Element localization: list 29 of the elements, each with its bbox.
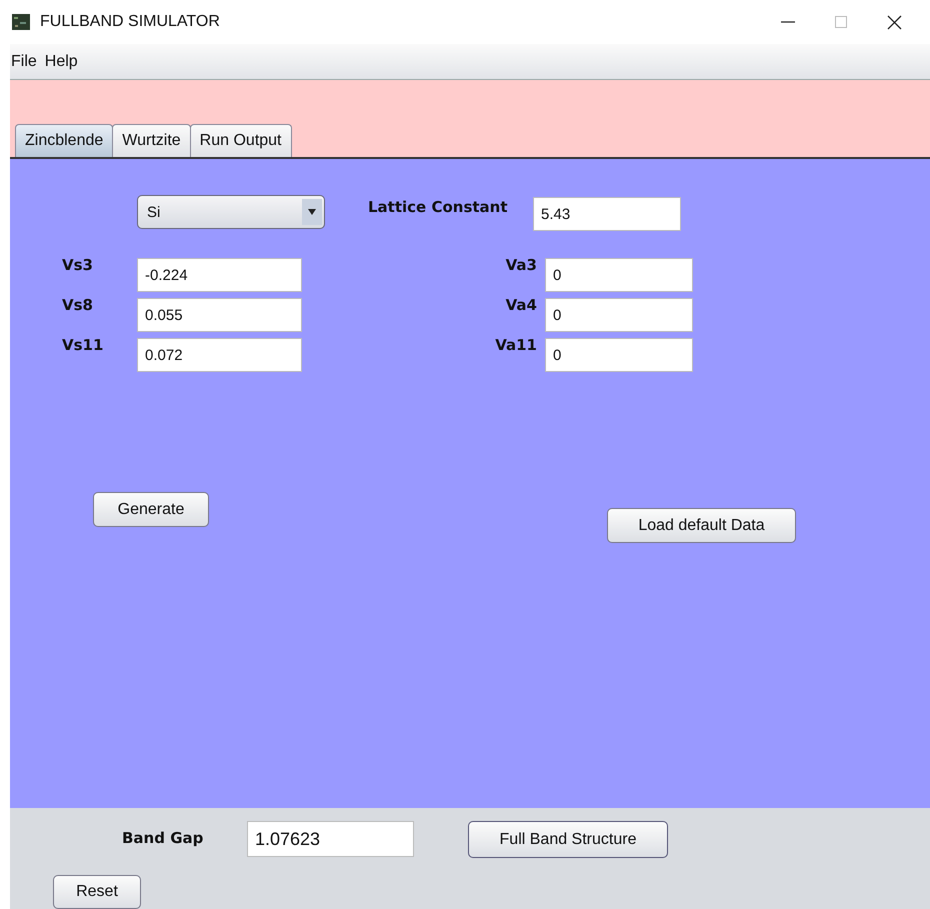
field-label: Va3 — [504, 256, 537, 274]
input-field[interactable]: 0.072 — [137, 338, 302, 372]
input-field[interactable]: 0 — [545, 258, 693, 292]
field-label: Vs3 — [62, 256, 94, 274]
field-label: Vs11 — [62, 336, 104, 354]
input-field[interactable]: 0 — [545, 298, 693, 332]
close-icon[interactable] — [887, 14, 902, 30]
field-label: Vs8 — [62, 296, 94, 314]
reset-button[interactable]: Reset — [53, 875, 141, 909]
input-field[interactable]: 0 — [545, 338, 693, 372]
material-dropdown[interactable]: Si — [137, 195, 325, 229]
field-label: Lattice Constant — [368, 198, 509, 216]
app-icon — [12, 14, 30, 30]
input-field[interactable]: 0.055 — [137, 298, 302, 332]
full-band-structure-button[interactable]: Full Band Structure — [468, 821, 668, 858]
field-label: Va11 — [494, 336, 537, 354]
generate-button[interactable]: Generate — [93, 492, 209, 527]
menu-item[interactable]: File — [11, 52, 37, 70]
tab[interactable]: Run Output — [190, 124, 292, 157]
input-field[interactable]: -0.224 — [137, 258, 302, 292]
field-label: Va4 — [504, 296, 537, 314]
menu-item[interactable]: Help — [44, 52, 78, 70]
load-default-button[interactable]: Load default Data — [607, 508, 796, 543]
tab[interactable]: Zincblende — [15, 124, 114, 157]
input-field[interactable]: 5.43 — [533, 197, 681, 231]
window-title: FULLBAND SIMULATOR — [40, 13, 220, 31]
output-field[interactable]: 1.07623 — [247, 821, 414, 857]
field-label: Band Gap — [122, 829, 204, 847]
tab[interactable]: Wurtzite — [112, 124, 191, 157]
